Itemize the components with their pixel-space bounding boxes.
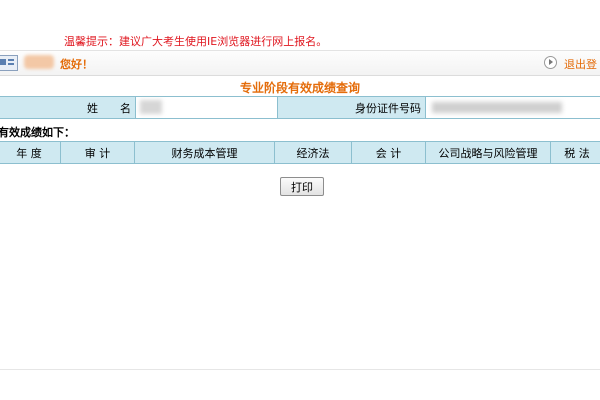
user-name-redacted	[24, 55, 54, 69]
scores-section-label: 有效成绩如下：	[0, 126, 75, 139]
col-strategy-risk-management: 公司战略与风险管理	[425, 141, 551, 164]
bottom-divider	[0, 369, 600, 370]
scores-header-row: 年 度 审 计 财务成本管理 经济法 会 计 公司战略与风险管理 税 法	[0, 141, 600, 164]
notice-bar: 温馨提示：建议广大考生使用IE浏览器进行网上报名。	[0, 22, 600, 51]
print-button[interactable]: 打印	[280, 177, 324, 196]
id-number-redacted	[432, 102, 562, 113]
name-value	[135, 96, 278, 119]
col-economic-law: 经济法	[274, 141, 352, 164]
user-card-icon	[0, 55, 18, 71]
logout-link[interactable]: 退出登	[564, 56, 597, 72]
col-audit: 审 计	[60, 141, 135, 164]
id-number-value	[425, 96, 600, 119]
browser-notice-text: 温馨提示：建议广大考生使用IE浏览器进行网上报名。	[64, 35, 328, 48]
logout-arrow-icon[interactable]	[544, 56, 557, 69]
col-year: 年 度	[0, 141, 61, 164]
col-tax-law: 税 法	[550, 141, 600, 164]
page-title: 专业阶段有效成绩查询	[239, 81, 360, 95]
candidate-info-table: 姓 名 身份证件号码	[0, 96, 600, 119]
col-financial-cost-management: 财务成本管理	[134, 141, 275, 164]
user-bar: 您好！ 退出登	[0, 51, 600, 76]
greeting-text: 您好！	[60, 58, 93, 71]
col-accounting: 会 计	[351, 141, 426, 164]
name-label: 姓 名	[0, 96, 136, 119]
scores-table: 年 度 审 计 财务成本管理 经济法 会 计 公司战略与风险管理 税 法	[0, 141, 600, 164]
name-redacted	[140, 100, 162, 114]
id-number-label: 身份证件号码	[277, 96, 426, 119]
